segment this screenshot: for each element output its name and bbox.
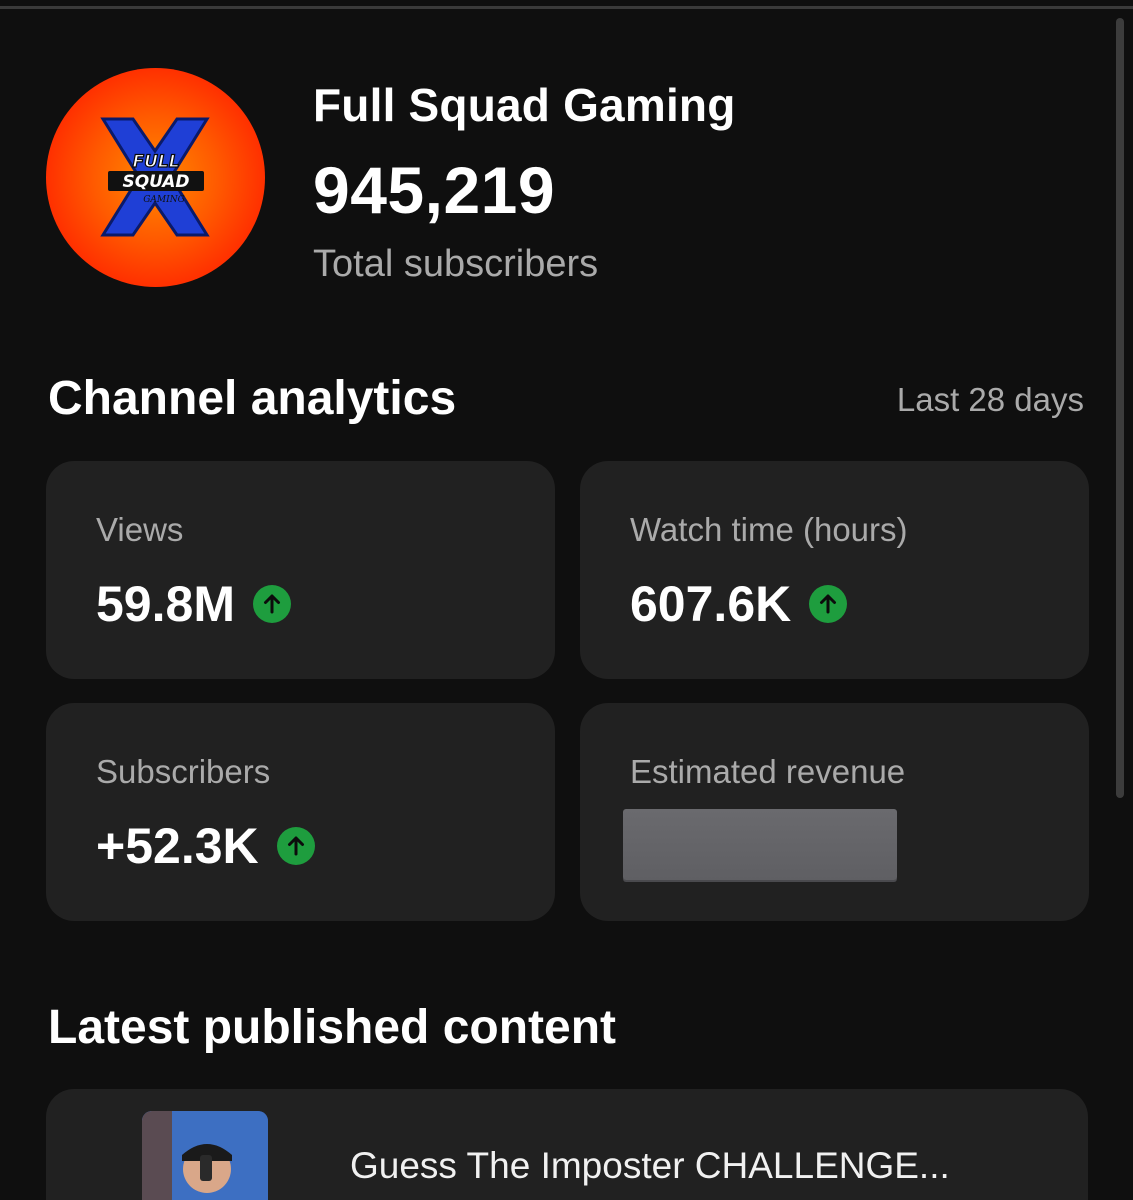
card-label: Subscribers — [96, 753, 271, 790]
subscriber-count: 945,219 — [313, 153, 556, 227]
trend-up-icon — [809, 585, 848, 623]
full-squad-logo: FULL SQUAD GAMING — [100, 117, 210, 237]
watch-time-card[interactable]: Watch time (hours) 607.6K — [580, 461, 1089, 679]
card-value: +52.3K — [96, 818, 259, 874]
card-label: Views — [96, 511, 184, 548]
trend-up-icon — [252, 585, 291, 623]
logo-text-gaming: GAMING — [143, 195, 185, 205]
channel-name[interactable]: Full Squad Gaming — [313, 78, 736, 132]
date-range-label[interactable]: Last 28 days — [897, 381, 1084, 419]
logo-text-full: FULL — [132, 152, 179, 172]
views-card[interactable]: Views 59.8M — [46, 461, 555, 679]
card-value: 607.6K — [630, 576, 792, 632]
video-title[interactable]: Guess The Imposter CHALLENGE... — [350, 1145, 950, 1187]
latest-content-title: Latest published content — [48, 1001, 617, 1054]
subscribers-card[interactable]: Subscribers +52.3K — [46, 703, 555, 921]
top-divider — [0, 6, 1133, 9]
scrollbar[interactable] — [1116, 18, 1124, 798]
latest-video-card[interactable]: Guess The Imposter CHALLENGE... — [46, 1089, 1088, 1200]
card-value: 59.8M — [96, 576, 235, 632]
channel-avatar[interactable]: FULL SQUAD GAMING — [46, 68, 265, 287]
card-label: Watch time (hours) — [630, 511, 908, 548]
trend-up-icon — [276, 827, 315, 865]
video-thumbnail[interactable] — [142, 1111, 268, 1200]
analytics-title: Channel analytics — [48, 372, 457, 425]
logo-text-squad: SQUAD — [122, 172, 189, 192]
revenue-card[interactable]: Estimated revenue — [580, 703, 1089, 921]
thumbnail-image — [142, 1111, 268, 1200]
redacted-value — [623, 809, 897, 880]
channel-dashboard: FULL SQUAD GAMING Full Squad Gaming 945,… — [0, 0, 1133, 1200]
subscriber-label: Total subscribers — [313, 243, 599, 285]
card-label: Estimated revenue — [630, 753, 906, 790]
